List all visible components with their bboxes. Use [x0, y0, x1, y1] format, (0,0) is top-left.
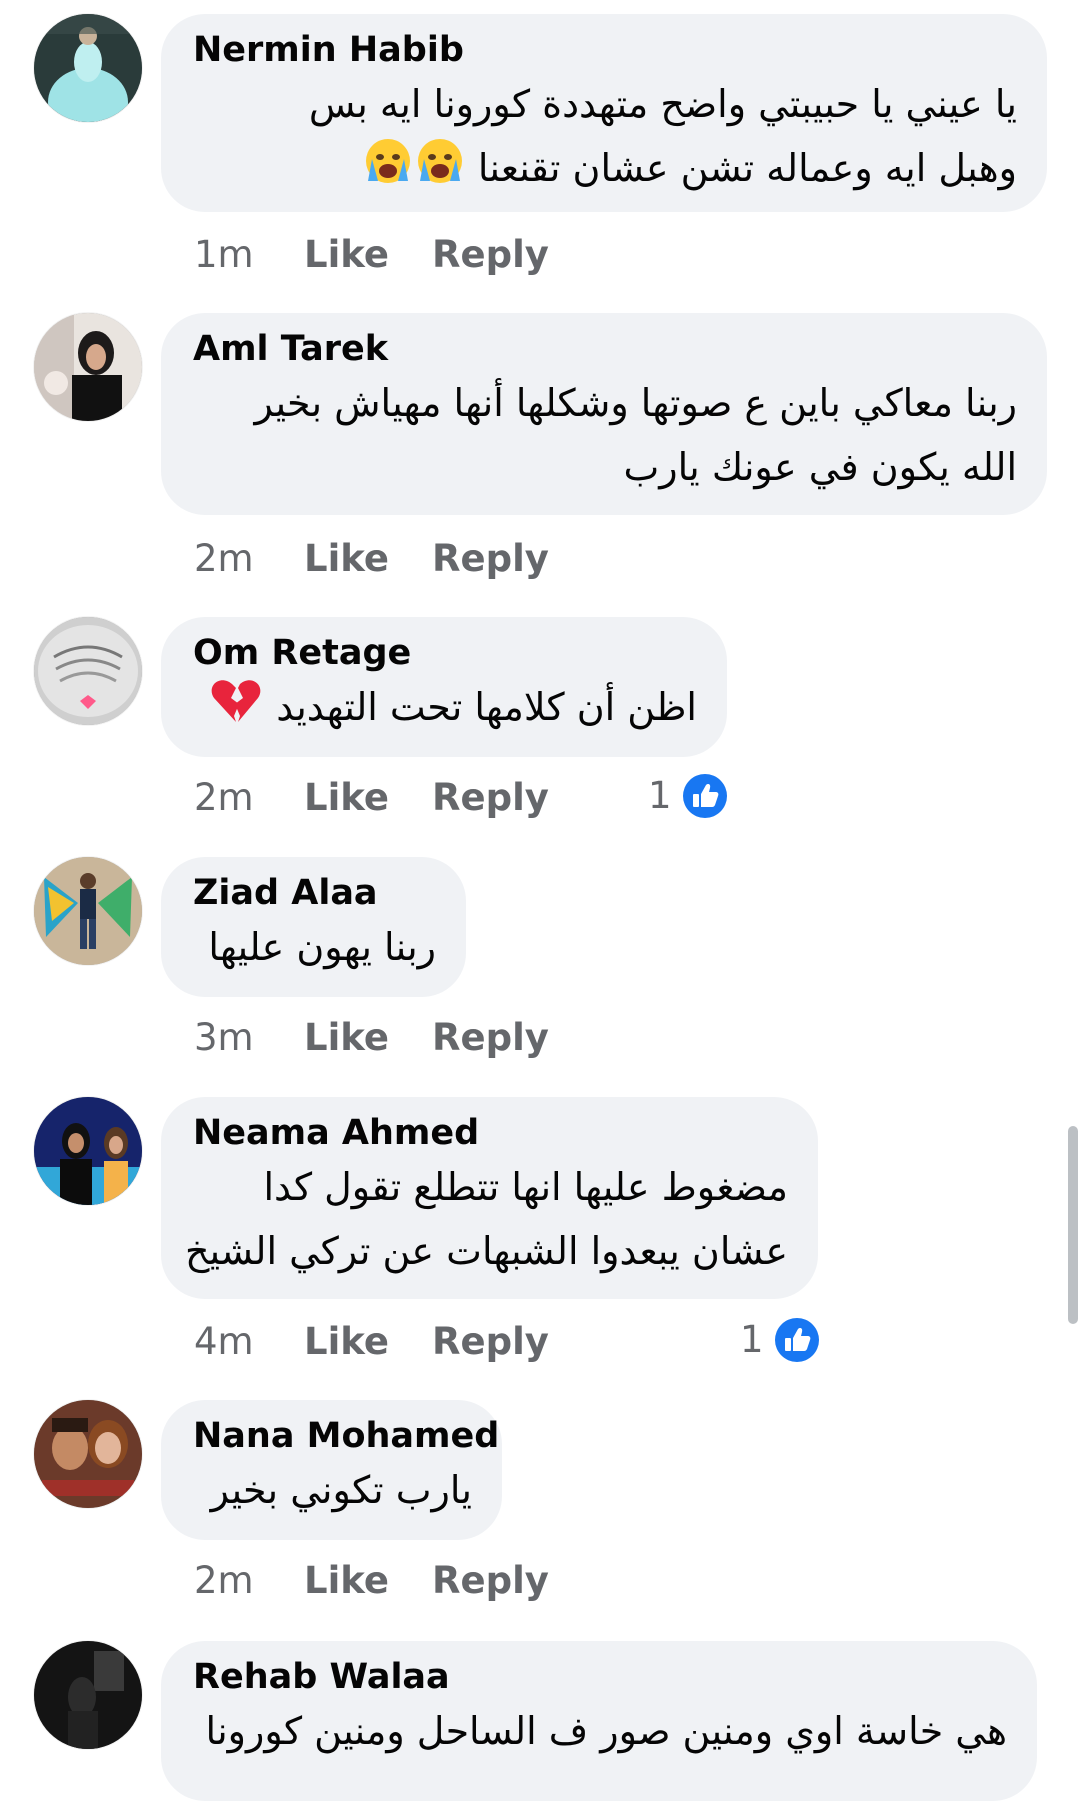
broken-heart-emoji	[210, 676, 262, 743]
avatar[interactable]	[34, 1400, 142, 1508]
like-button[interactable]: Like	[304, 1317, 389, 1367]
avatar[interactable]	[34, 14, 142, 122]
comment-bubble[interactable]: Nana Mohamed يارب تكوني بخير	[161, 1400, 502, 1540]
comment-bubble[interactable]: Ziad Alaa ربنا يهون عليها	[161, 857, 466, 997]
comment-time[interactable]: 2m	[194, 1556, 254, 1606]
reply-button[interactable]: Reply	[432, 1013, 549, 1063]
like-button[interactable]: Like	[304, 1556, 389, 1606]
comment-text-line: يا عيني يا حبيبتي واضح متهددة كورونا ايه…	[308, 82, 1017, 126]
comment-author[interactable]: Nermin Habib	[193, 28, 1017, 72]
comment-author[interactable]: Neama Ahmed	[193, 1111, 788, 1155]
reply-button[interactable]: Reply	[432, 1556, 549, 1606]
comment-text-line: عشان يبعدوا الشبهات عن تركي الشيخ	[185, 1229, 788, 1273]
comment-text-line: وهبل ايه وعماله تشن عشان تقنعنا	[193, 136, 1017, 204]
like-button[interactable]: Like	[304, 773, 389, 823]
comment-text-line: الله يكون في عونك يارب	[623, 445, 1017, 489]
comment-author[interactable]: Om Retage	[193, 631, 697, 675]
scrollbar-thumb[interactable]	[1068, 1126, 1078, 1324]
comment-text-line: هي خاسة اوي ومنين صور ف الساحل ومنين كور…	[205, 1709, 1007, 1753]
avatar[interactable]	[34, 1097, 142, 1205]
comment-author[interactable]: Aml Tarek	[193, 327, 1017, 371]
avatar[interactable]	[34, 857, 142, 965]
avatar[interactable]	[34, 313, 142, 421]
avatar[interactable]	[34, 1641, 142, 1749]
comment-bubble[interactable]: Nermin Habib يا عيني يا حبيبتي واضح متهد…	[161, 14, 1047, 212]
reaction-count: 1	[648, 773, 672, 817]
comment-author[interactable]: Rehab Walaa	[193, 1655, 1007, 1699]
reaction-summary[interactable]: 1	[648, 770, 728, 818]
comment-text-line: ربنا معاكي باين ع صوتها وشكلها أنها مهيا…	[254, 381, 1017, 425]
like-reaction-icon	[682, 773, 728, 819]
comment-time[interactable]: 2m	[194, 773, 254, 823]
crying-face-emoji	[416, 137, 464, 204]
reply-button[interactable]: Reply	[432, 534, 549, 584]
comment-time[interactable]: 2m	[194, 534, 254, 584]
like-reaction-icon	[774, 1317, 820, 1363]
comment-text-fragment: اظن أن كلامها تحت التهديد	[276, 685, 697, 729]
like-button[interactable]: Like	[304, 230, 389, 280]
comment-text-line: يارب تكوني بخير	[210, 1468, 472, 1512]
reaction-count: 1	[740, 1317, 764, 1361]
reply-button[interactable]: Reply	[432, 773, 549, 823]
comment-bubble[interactable]: Rehab Walaa هي خاسة اوي ومنين صور ف السا…	[161, 1641, 1037, 1801]
comment-bubble[interactable]: Aml Tarek ربنا معاكي باين ع صوتها وشكلها…	[161, 313, 1047, 515]
like-button[interactable]: Like	[304, 1013, 389, 1063]
comment-bubble[interactable]: Neama Ahmed مضغوط عليها انها تتطلع تقول …	[161, 1097, 818, 1299]
reply-button[interactable]: Reply	[432, 1317, 549, 1367]
crying-face-emoji	[364, 137, 412, 204]
comment-time[interactable]: 1m	[194, 230, 254, 280]
comment-text-line: مضغوط عليها انها تتطلع تقول كدا	[263, 1165, 788, 1209]
comment-text-fragment: وهبل ايه وعماله تشن عشان تقنعنا	[477, 146, 1017, 190]
comment-text-line: اظن أن كلامها تحت التهديد	[193, 675, 697, 743]
reply-button[interactable]: Reply	[432, 230, 549, 280]
comment-time[interactable]: 3m	[194, 1013, 254, 1063]
comment-author[interactable]: Ziad Alaa	[193, 871, 436, 915]
comment-author[interactable]: Nana Mohamed	[193, 1414, 499, 1458]
comment-time[interactable]: 4m	[194, 1317, 254, 1367]
comment-bubble[interactable]: Om Retage اظن أن كلامها تحت التهديد	[161, 617, 727, 757]
comment-text-line: ربنا يهون عليها	[208, 925, 436, 969]
like-button[interactable]: Like	[304, 534, 389, 584]
reaction-summary[interactable]: 1	[740, 1314, 820, 1362]
avatar[interactable]	[34, 617, 142, 725]
